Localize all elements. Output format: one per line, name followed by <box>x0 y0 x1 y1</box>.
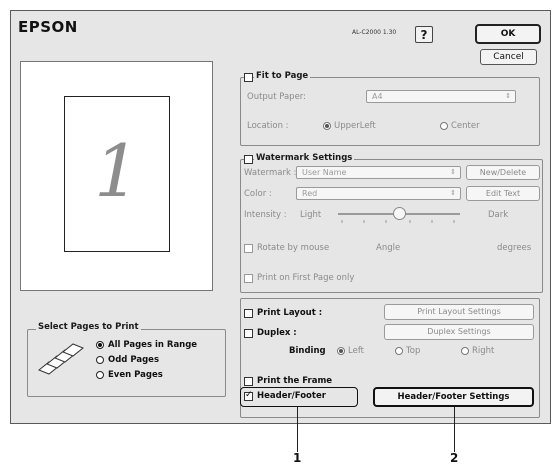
location-label: Location : <box>247 121 289 131</box>
callout-2-line <box>454 407 455 452</box>
print-frame-checkbox[interactable] <box>244 377 253 386</box>
preview-page: 1 <box>64 96 170 252</box>
even-pages-label: Even Pages <box>108 370 163 380</box>
intensity-slider-thumb[interactable] <box>392 207 406 220</box>
intensity-dark-label: Dark <box>488 210 509 220</box>
output-paper-value: A4 <box>372 92 383 101</box>
intensity-label: Intensity : <box>244 210 287 220</box>
intensity-light-label: Light <box>300 210 322 220</box>
watermark-settings-label: Watermark Settings <box>254 153 355 163</box>
color-value: Red <box>302 189 318 198</box>
print-frame-label: Print the Frame <box>257 376 333 386</box>
watermark-value: User Name <box>302 168 347 177</box>
pages-stack-icon <box>33 340 85 380</box>
binding-top-radio[interactable] <box>395 347 403 355</box>
header-footer-label: Header/Footer <box>257 391 326 401</box>
rotate-by-mouse-checkbox[interactable] <box>244 244 253 253</box>
watermark-label: Watermark : <box>244 168 297 178</box>
print-layout-checkbox[interactable] <box>244 309 253 318</box>
binding-top-label: Top <box>406 346 421 356</box>
odd-pages-label: Odd Pages <box>108 355 159 365</box>
binding-right-radio[interactable] <box>461 347 469 355</box>
color-select[interactable]: Red ⇕ <box>296 187 461 200</box>
duplex-label: Duplex : <box>257 328 297 338</box>
driver-version: AL-C2000 1.30 <box>352 29 397 36</box>
location-center-label: Center <box>451 121 480 131</box>
header-footer-settings-button[interactable]: Header/Footer Settings <box>373 387 534 407</box>
degrees-label: degrees <box>497 243 532 253</box>
all-pages-radio[interactable] <box>96 341 104 349</box>
duplex-settings-button[interactable]: Duplex Settings <box>384 324 534 340</box>
edit-text-button[interactable]: Edit Text <box>466 186 540 201</box>
new-delete-button[interactable]: New/Delete <box>466 165 540 180</box>
print-first-page-only-label: Print on First Page only <box>257 273 355 283</box>
binding-left-radio[interactable] <box>337 347 345 355</box>
callout-1-line <box>297 407 298 452</box>
ok-button[interactable]: OK <box>475 24 541 44</box>
select-arrows-icon: ⇕ <box>505 92 511 100</box>
location-center-radio[interactable] <box>440 122 448 130</box>
intensity-slider[interactable] <box>334 204 464 226</box>
binding-left-label: Left <box>348 346 364 356</box>
select-arrows-icon: ⇕ <box>450 189 456 197</box>
select-arrows-icon: ⇕ <box>450 168 456 176</box>
preview-page-number: 1 <box>94 129 140 213</box>
angle-label: Angle <box>376 243 401 253</box>
duplex-checkbox[interactable] <box>244 329 253 338</box>
binding-label: Binding <box>289 346 326 356</box>
output-paper-select[interactable]: A4 ⇕ <box>366 90 516 103</box>
color-label: Color : <box>244 189 272 199</box>
select-pages-title: Select Pages to Print <box>36 322 141 332</box>
fit-to-page-group <box>240 77 540 146</box>
output-paper-label: Output Paper: <box>247 92 307 102</box>
even-pages-radio[interactable] <box>96 371 104 379</box>
header-footer-checkbox[interactable] <box>244 390 253 401</box>
fit-to-page-label: Fit to Page <box>254 71 311 81</box>
fit-to-page-checkbox[interactable] <box>244 73 253 82</box>
location-upperleft-label: UpperLeft <box>334 121 376 131</box>
epson-logo: EPSON <box>18 18 78 36</box>
odd-pages-radio[interactable] <box>96 356 104 364</box>
watermark-checkbox[interactable] <box>244 155 253 164</box>
help-button[interactable]: ? <box>415 26 433 43</box>
print-layout-settings-button[interactable]: Print Layout Settings <box>384 304 534 320</box>
callout-2-number: 2 <box>450 451 459 465</box>
rotate-by-mouse-label: Rotate by mouse <box>257 243 330 253</box>
watermark-select[interactable]: User Name ⇕ <box>296 166 461 179</box>
print-layout-label: Print Layout : <box>257 308 323 318</box>
cancel-button[interactable]: Cancel <box>480 49 537 65</box>
callout-1-number: 1 <box>293 451 302 465</box>
binding-right-label: Right <box>472 346 495 356</box>
location-upperleft-radio[interactable] <box>323 122 331 130</box>
all-pages-label: All Pages in Range <box>108 340 198 350</box>
print-first-page-only-checkbox[interactable] <box>244 274 253 283</box>
